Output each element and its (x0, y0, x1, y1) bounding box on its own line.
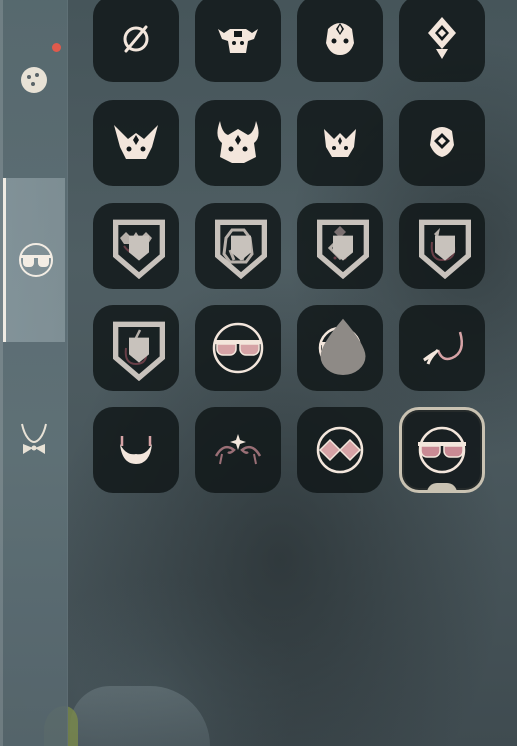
horned-fox-mask-icon (114, 125, 158, 159)
item-grid (93, 0, 493, 500)
grid-item-horned-demon[interactable] (195, 100, 281, 186)
grid-item-round-glasses[interactable] (297, 305, 383, 391)
lock-icon (317, 219, 369, 279)
grid-item-horned-fox[interactable] (93, 100, 179, 186)
tab-face[interactable] (3, 40, 65, 120)
curled-brows-icon (214, 434, 262, 465)
grid-item-tinted-sunglasses[interactable] (195, 305, 281, 391)
background-rock (70, 686, 210, 746)
selection-notch (427, 483, 457, 493)
droplet-badge-icon (320, 318, 366, 375)
notification-dot (52, 43, 61, 52)
horned-demon-mask-icon (217, 121, 259, 163)
grid-item-pink-sunglasses[interactable] (399, 407, 485, 493)
small-fox-mask-icon (324, 129, 356, 157)
bull-mask-icon (218, 29, 258, 53)
emblem-mask-icon (430, 127, 454, 157)
grid-item-diamond-mask[interactable] (297, 203, 383, 289)
grid-item-curled-brows[interactable] (195, 407, 281, 493)
grid-item-bull-mask[interactable] (195, 0, 281, 82)
grid-item-diamond-glasses[interactable] (297, 407, 383, 493)
diamond-crest-mask-icon (428, 17, 456, 59)
tinted-sunglasses-icon (212, 322, 264, 374)
grid-item-spirit-mask[interactable] (399, 203, 485, 289)
diamond-glasses-icon (316, 426, 364, 474)
grid-item-helmet-mask[interactable] (195, 203, 281, 289)
lock-icon (215, 219, 267, 279)
mustache-icon (423, 331, 463, 365)
tab-neckwear[interactable] (3, 395, 65, 485)
ornate-mask-icon (326, 23, 354, 55)
beard-icon (120, 436, 152, 464)
category-sidebar (0, 0, 68, 746)
grid-item-mustache[interactable] (399, 305, 485, 391)
face-icon (21, 67, 47, 93)
grid-item-emblem-mask[interactable] (399, 100, 485, 186)
grid-item-none[interactable] (93, 0, 179, 82)
grid-item-ornate-mask[interactable] (297, 0, 383, 82)
pink-sunglasses-icon (418, 426, 466, 474)
grid-item-small-fox[interactable] (297, 100, 383, 186)
glasses-icon (18, 243, 53, 277)
tab-glasses[interactable] (3, 178, 65, 342)
lock-icon (113, 219, 165, 279)
lock-icon (419, 219, 471, 279)
grid-item-crowned-mask[interactable] (93, 203, 179, 289)
grid-item-diamond-crest[interactable] (399, 0, 485, 82)
none-icon (123, 25, 149, 53)
lock-icon (113, 321, 165, 381)
grid-item-lightning-spirit[interactable] (93, 305, 179, 391)
grid-item-beard[interactable] (93, 407, 179, 493)
bowtie-icon (21, 423, 47, 454)
